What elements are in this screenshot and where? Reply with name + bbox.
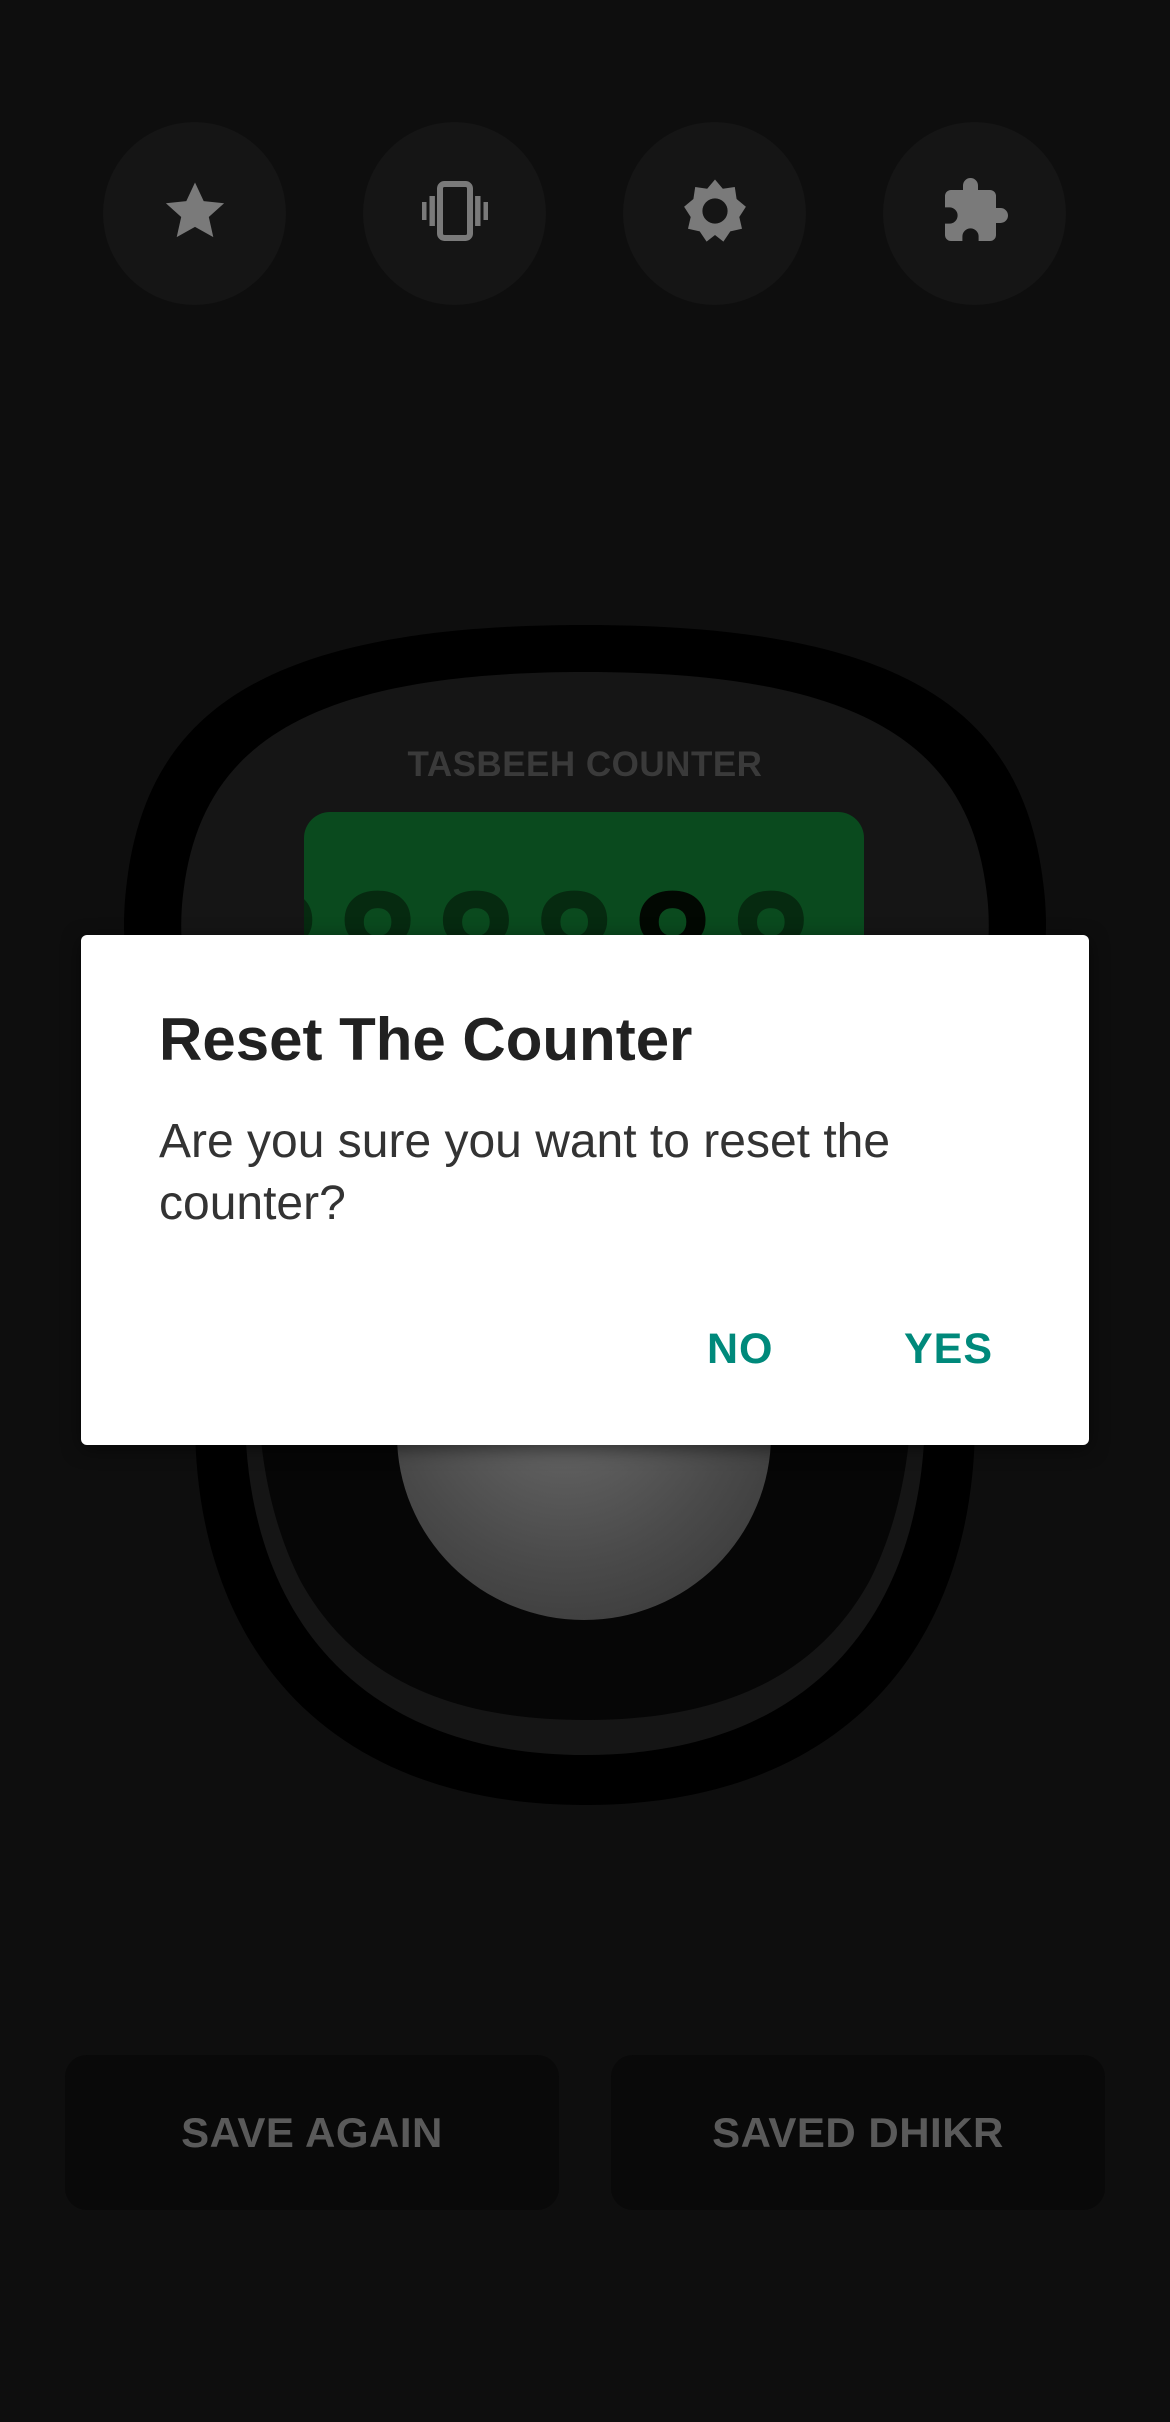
save-again-button[interactable]: SAVE AGAIN [65,2055,559,2210]
saved-dhikr-button[interactable]: SAVED DHIKR [611,2055,1105,2210]
yes-button[interactable]: YES [904,1325,993,1374]
dialog-message: Are you sure you want to reset the count… [159,1115,891,1230]
dialog-title: Reset The Counter [159,1006,693,1073]
screen: TASBEEH COUNTER 8888888 SAVE AGAIN SAVED… [0,0,1170,2422]
no-button[interactable]: NO [707,1325,774,1374]
reset-dialog: Reset The Counter Are you sure you want … [81,935,1089,1445]
device-title: TASBEEH COUNTER [407,745,763,784]
